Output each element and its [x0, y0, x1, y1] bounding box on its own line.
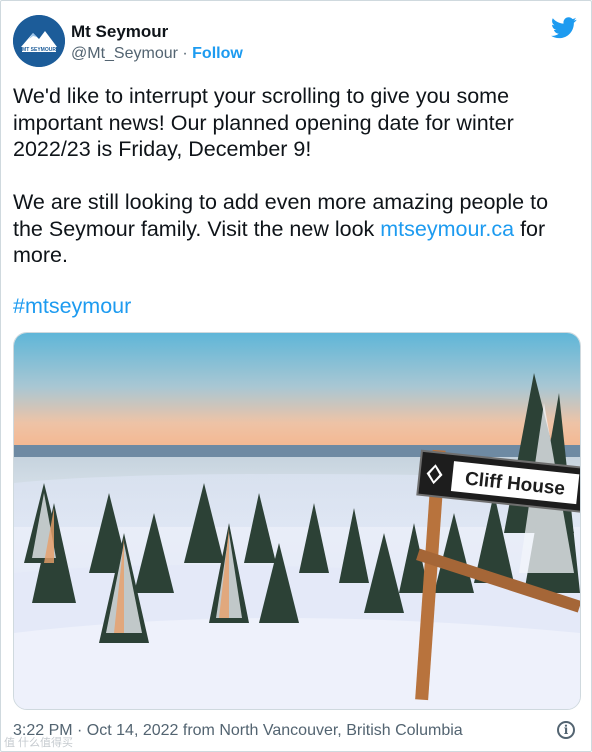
tweet-card: MT SEYMOUR Mt Seymour @Mt_Seymour · Foll… — [0, 0, 592, 752]
mountain-logo-icon: MT SEYMOUR — [13, 15, 65, 67]
handle-row: @Mt_Seymour · Follow — [71, 45, 243, 63]
avatar-logo-text: MT SEYMOUR — [22, 47, 56, 53]
hashtag-link[interactable]: #mtseymour — [13, 294, 131, 319]
tweet-paragraph-2: We are still looking to add even more am… — [13, 189, 573, 269]
separator: · — [177, 45, 193, 62]
tweet-photo[interactable]: Cliff House — [13, 332, 581, 710]
twitter-bird-icon[interactable] — [551, 17, 577, 39]
tweet-paragraph-1: We'd like to interrupt your scrolling to… — [13, 84, 514, 161]
info-icon[interactable]: i — [557, 721, 575, 739]
display-name[interactable]: Mt Seymour — [71, 22, 168, 42]
website-link[interactable]: mtseymour.ca — [380, 217, 514, 241]
handle[interactable]: @Mt_Seymour — [71, 45, 178, 62]
ski-hill-sunset-image: Cliff House — [14, 333, 580, 709]
tweet-text: We'd like to interrupt your scrolling to… — [13, 83, 573, 269]
follow-button[interactable]: Follow — [192, 45, 243, 62]
watermark: 值 什么值得买 — [4, 737, 74, 749]
avatar[interactable]: MT SEYMOUR — [13, 15, 65, 67]
timestamp[interactable]: 3:22 PM · Oct 14, 2022 from North Vancou… — [13, 722, 463, 740]
